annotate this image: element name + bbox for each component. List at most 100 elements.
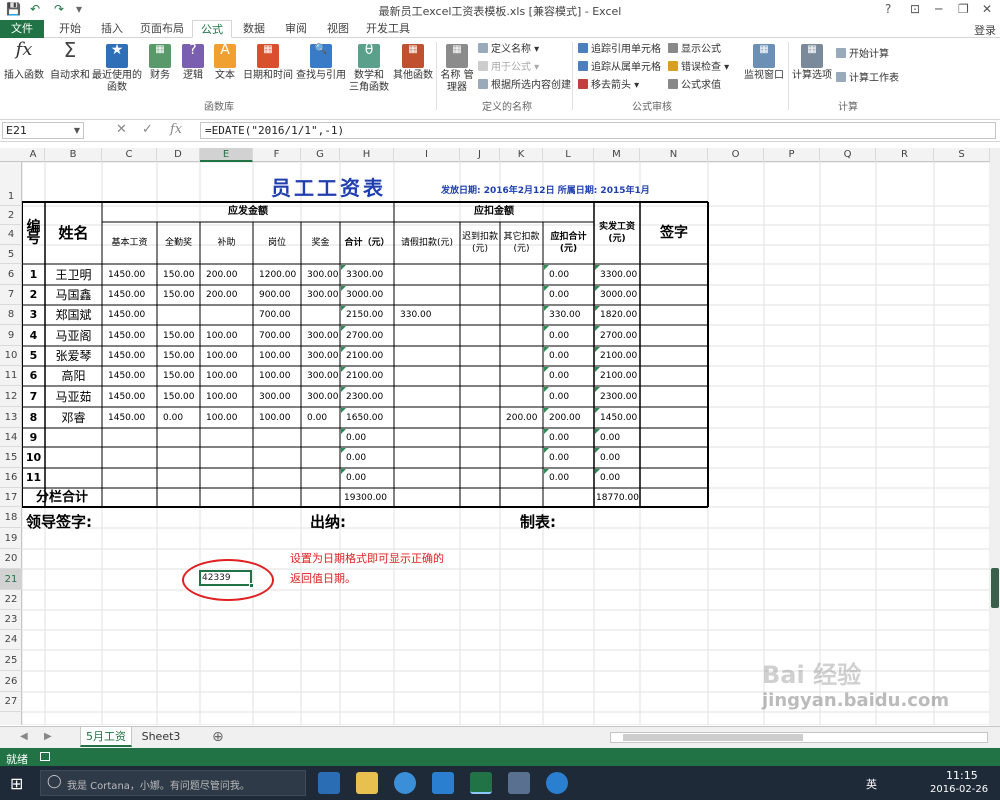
horizontal-scrollbar[interactable] xyxy=(610,732,988,743)
row-header-6[interactable]: 6 xyxy=(0,264,22,285)
row-header-16[interactable]: 16 xyxy=(0,468,22,488)
cell-total[interactable]: 3300.00 xyxy=(340,264,394,285)
cell-bonus[interactable] xyxy=(301,468,340,488)
name-manager-button[interactable]: ▦ 名称 管理器 xyxy=(440,44,474,94)
cell-base[interactable] xyxy=(102,447,157,468)
row-header-23[interactable]: 23 xyxy=(0,610,22,630)
cell-allow[interactable]: 100.00 xyxy=(200,386,253,407)
cell-late[interactable] xyxy=(460,366,500,386)
cell-total[interactable]: 2150.00 xyxy=(340,305,394,325)
cell-id[interactable]: 2 xyxy=(22,285,45,305)
hscroll-thumb[interactable] xyxy=(623,734,803,741)
column-header-J[interactable]: J xyxy=(460,148,500,162)
cell-allow[interactable]: 100.00 xyxy=(200,366,253,386)
cell-name[interactable] xyxy=(45,428,102,447)
header-bonus[interactable]: 奖金 xyxy=(301,222,340,264)
cell-total[interactable]: 0.00 xyxy=(340,447,394,468)
cortana-search-box[interactable]: ◯ 我是 Cortana，小娜。有问题尽管问我。 xyxy=(40,770,306,796)
cell-late[interactable] xyxy=(460,264,500,285)
cell-total[interactable]: 2700.00 xyxy=(340,325,394,346)
cancel-icon[interactable]: ✕ xyxy=(116,122,127,137)
column-header-M[interactable]: M xyxy=(594,148,640,162)
header-post[interactable]: 岗位 xyxy=(253,222,301,264)
cell-allow[interactable] xyxy=(200,468,253,488)
cell-attend[interactable] xyxy=(157,447,200,468)
tab-view[interactable]: 视图 xyxy=(318,20,358,38)
cell-dtotal[interactable]: 0.00 xyxy=(543,468,594,488)
header-signature[interactable]: 签字 xyxy=(640,202,708,264)
cell-id[interactable]: 1 xyxy=(22,264,45,285)
input-language[interactable]: 英 xyxy=(866,776,877,792)
restore-icon[interactable]: ❐ xyxy=(958,2,969,16)
cell-name[interactable]: 邓睿 xyxy=(45,407,102,428)
sheet-tab-sheet3[interactable]: Sheet3 xyxy=(136,727,186,747)
cell-post[interactable] xyxy=(253,447,301,468)
column-header-F[interactable]: F xyxy=(253,148,301,162)
insert-function-button[interactable]: fx 插入函数 xyxy=(2,41,46,82)
cell-bonus[interactable]: 300.00 xyxy=(301,285,340,305)
name-box[interactable]: E21 ▼ xyxy=(2,122,84,139)
cell-allow[interactable]: 100.00 xyxy=(200,407,253,428)
evaluate-formula-button[interactable]: 公式求值 xyxy=(668,79,721,93)
tab-page-layout[interactable]: 页面布局 xyxy=(134,20,190,38)
more-functions-button[interactable]: ▦ 其他函数 xyxy=(392,44,434,82)
row-header-24[interactable]: 24 xyxy=(0,630,22,650)
column-header-A[interactable]: A xyxy=(22,148,45,162)
cell-bonus[interactable]: 0.00 xyxy=(301,407,340,428)
row-header-20[interactable]: 20 xyxy=(0,549,22,569)
cell-other[interactable] xyxy=(500,285,543,305)
cell-allow[interactable]: 100.00 xyxy=(200,346,253,366)
cell-leave[interactable] xyxy=(394,407,460,428)
column-header-I[interactable]: I xyxy=(394,148,460,162)
cell-base[interactable]: 1450.00 xyxy=(102,346,157,366)
cell-name[interactable]: 郑国斌 xyxy=(45,305,102,325)
header-name[interactable]: 姓名 xyxy=(45,202,102,264)
column-header-Q[interactable]: Q xyxy=(820,148,876,162)
cell-net[interactable]: 1820.00 xyxy=(594,305,640,325)
minimize-icon[interactable]: ─ xyxy=(935,2,942,16)
chevron-down-icon[interactable]: ▼ xyxy=(74,123,80,138)
cell-dtotal[interactable]: 0.00 xyxy=(543,285,594,305)
cell-late[interactable] xyxy=(460,386,500,407)
row-header-10[interactable]: 10 xyxy=(0,346,22,366)
cell-leave[interactable] xyxy=(394,285,460,305)
header-leave[interactable]: 请假扣款(元) xyxy=(394,222,460,264)
cell-other[interactable] xyxy=(500,264,543,285)
cell-base[interactable]: 1450.00 xyxy=(102,325,157,346)
column-header-P[interactable]: P xyxy=(764,148,820,162)
row-header-19[interactable]: 19 xyxy=(0,528,22,549)
column-header-B[interactable]: B xyxy=(45,148,102,162)
cell-other[interactable] xyxy=(500,447,543,468)
tab-file[interactable]: 文件 xyxy=(0,20,44,38)
cell-net[interactable]: 3300.00 xyxy=(594,264,640,285)
login-link[interactable]: 登录 xyxy=(974,22,996,38)
cell-late[interactable] xyxy=(460,407,500,428)
next-sheet-icon[interactable]: ▶ xyxy=(44,731,52,742)
sheet-tab-may-salary[interactable]: 5月工资 xyxy=(80,727,132,747)
prev-sheet-icon[interactable]: ◀ xyxy=(20,731,28,742)
security-shield-icon[interactable] xyxy=(432,772,454,794)
row-header-12[interactable]: 12 xyxy=(0,386,22,407)
row-header-7[interactable]: 7 xyxy=(0,285,22,305)
cell-total[interactable]: 3000.00 xyxy=(340,285,394,305)
cell-total[interactable]: 0.00 xyxy=(340,468,394,488)
tab-formulas[interactable]: 公式 xyxy=(192,20,232,38)
cell-late[interactable] xyxy=(460,447,500,468)
clock-time[interactable]: 11:15 xyxy=(946,769,978,782)
cell-net[interactable]: 0.00 xyxy=(594,468,640,488)
cell-leave[interactable] xyxy=(394,447,460,468)
cell-id[interactable]: 7 xyxy=(22,386,45,407)
cell-id[interactable]: 4 xyxy=(22,325,45,346)
cell-attend[interactable] xyxy=(157,305,200,325)
cell-base[interactable]: 1450.00 xyxy=(102,366,157,386)
row-header-8[interactable]: 8 xyxy=(0,305,22,325)
cell-other[interactable] xyxy=(500,305,543,325)
column-header-D[interactable]: D xyxy=(157,148,200,162)
cell-post[interactable]: 700.00 xyxy=(253,325,301,346)
cell-base[interactable] xyxy=(102,468,157,488)
cell-late[interactable] xyxy=(460,468,500,488)
cell-net[interactable]: 2100.00 xyxy=(594,366,640,386)
cell-other[interactable] xyxy=(500,346,543,366)
help-app-icon[interactable] xyxy=(546,772,568,794)
cell-post[interactable] xyxy=(253,428,301,447)
